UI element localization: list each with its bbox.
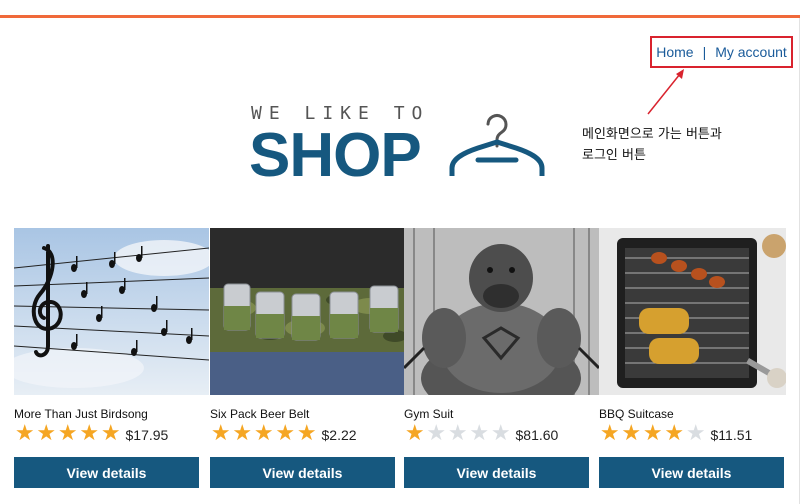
star-filled-icon: ★: [642, 421, 663, 446]
product-price: $2.22: [321, 427, 357, 443]
star-filled-icon: ★: [275, 421, 296, 446]
product-price: $17.95: [125, 427, 169, 443]
top-nav: Home | My account: [650, 36, 793, 68]
star-filled-icon: ★: [232, 421, 253, 446]
product-name[interactable]: Gym Suit: [404, 407, 453, 421]
product-image-birdsong[interactable]: [14, 228, 209, 395]
hanger-icon: [449, 114, 545, 176]
product-card: BBQ Suitcase ★ ★ ★ ★ ★ $11.51 View details: [599, 228, 786, 504]
product-card: More Than Just Birdsong ★ ★ ★ ★ ★ $17.95 Vie…: [14, 228, 209, 504]
product-image-bbq-suitcase[interactable]: [599, 228, 786, 395]
home-link[interactable]: Home: [656, 44, 693, 60]
star-empty-icon: ★: [685, 421, 706, 446]
product-card: Six Pack Beer Belt ★ ★ ★ ★ ★ $2.22 View deta…: [210, 228, 405, 504]
product-grid: More Than Just Birdsong ★ ★ ★ ★ ★ $17.95 Vie…: [14, 228, 800, 504]
star-filled-icon: ★: [253, 421, 274, 446]
star-filled-icon: ★: [100, 421, 121, 446]
star-empty-icon: ★: [447, 421, 468, 446]
product-name[interactable]: More Than Just Birdsong: [14, 407, 148, 421]
header-accent-rule: [0, 15, 800, 18]
star-filled-icon: ★: [296, 421, 317, 446]
star-rating: ★ ★ ★ ★ ★: [599, 421, 707, 446]
product-rating: ★ ★ ★ ★ ★ $2.22: [210, 421, 357, 446]
star-empty-icon: ★: [469, 421, 490, 446]
star-filled-icon: ★: [664, 421, 685, 446]
product-card: Gym Suit ★ ★ ★ ★ ★ $81.60 View details: [404, 228, 599, 504]
star-rating: ★ ★ ★ ★ ★: [14, 421, 122, 446]
star-empty-icon: ★: [490, 421, 511, 446]
annotation-note: 메인화면으로 가는 버튼과 로그인 버튼: [582, 124, 722, 166]
product-price: $81.60: [515, 427, 559, 443]
product-price: $11.51: [710, 427, 753, 443]
product-rating: ★ ★ ★ ★ ★ $81.60: [404, 421, 559, 446]
product-name[interactable]: BBQ Suitcase: [599, 407, 674, 421]
star-rating: ★ ★ ★ ★ ★: [210, 421, 318, 446]
annotation-line-1: 메인화면으로 가는 버튼과: [582, 127, 722, 142]
my-account-link[interactable]: My account: [715, 44, 787, 60]
view-details-button[interactable]: View details: [14, 457, 199, 488]
view-details-button[interactable]: View details: [404, 457, 589, 488]
view-details-button[interactable]: View details: [210, 457, 395, 488]
star-filled-icon: ★: [36, 421, 57, 446]
star-filled-icon: ★: [57, 421, 78, 446]
star-filled-icon: ★: [14, 421, 35, 446]
product-rating: ★ ★ ★ ★ ★ $17.95: [14, 421, 169, 446]
star-filled-icon: ★: [599, 421, 620, 446]
logo-wordmark: SHOP: [249, 121, 422, 190]
site-logo[interactable]: WE LIKE TO SHOP: [249, 100, 559, 190]
product-name[interactable]: Six Pack Beer Belt: [210, 407, 309, 421]
view-details-button[interactable]: View details: [599, 457, 784, 488]
star-filled-icon: ★: [621, 421, 642, 446]
annotation-line-2: 로그인 버튼: [582, 148, 646, 163]
product-image-beer-belt[interactable]: [210, 228, 405, 395]
star-filled-icon: ★: [210, 421, 231, 446]
star-filled-icon: ★: [79, 421, 100, 446]
star-empty-icon: ★: [426, 421, 447, 446]
star-rating: ★ ★ ★ ★ ★: [404, 421, 512, 446]
product-rating: ★ ★ ★ ★ ★ $11.51: [599, 421, 753, 446]
product-image-gym-suit[interactable]: [404, 228, 599, 395]
nav-separator: |: [702, 44, 707, 60]
star-filled-icon: ★: [404, 421, 425, 446]
